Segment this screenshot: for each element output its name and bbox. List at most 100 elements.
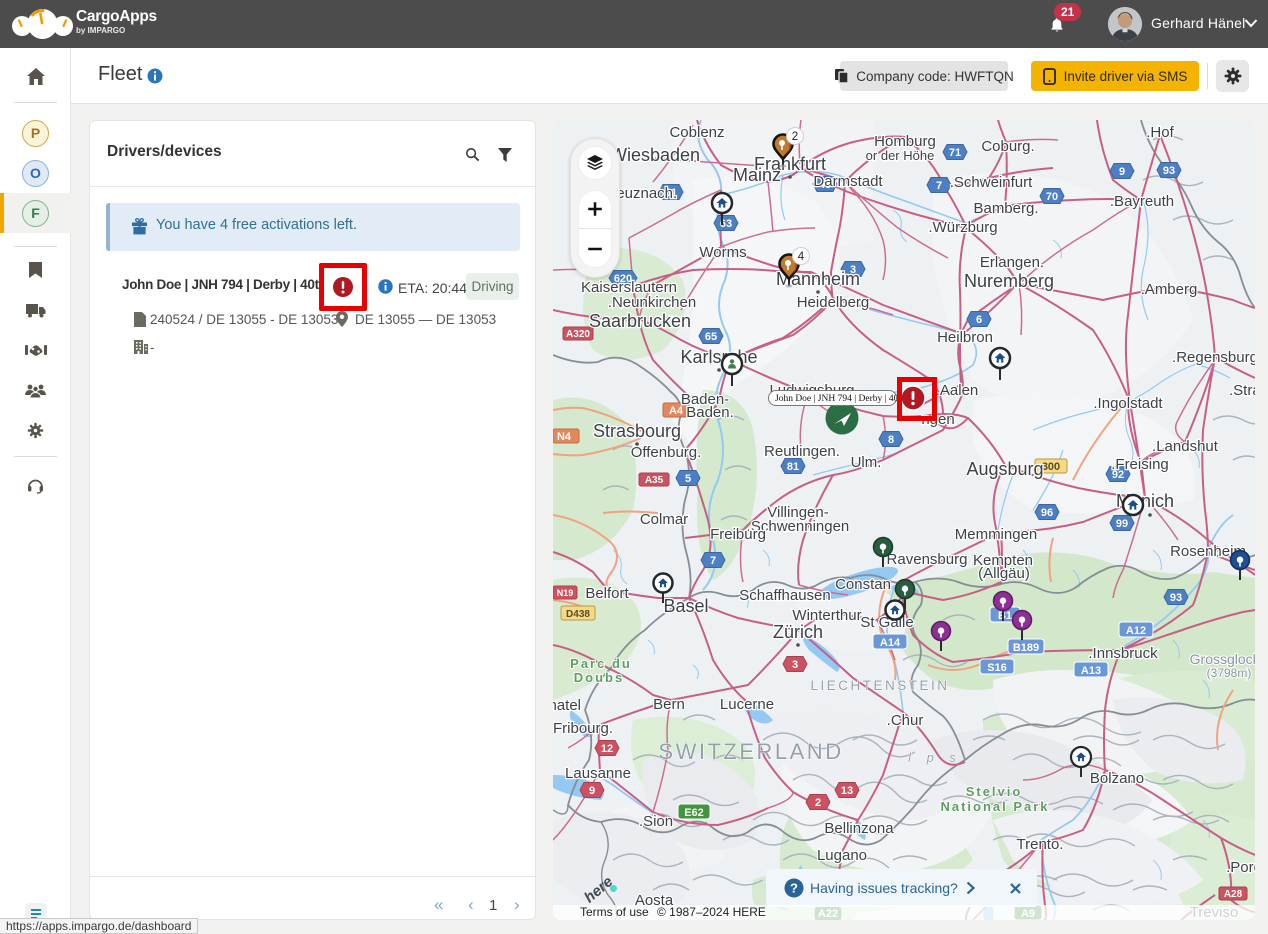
svg-text:Belfort: Belfort [585,585,629,602]
svg-text:Baden.: Baden. [686,404,734,421]
svg-text:.Bayreuth: .Bayreuth [1110,193,1174,210]
svg-text:3: 3 [792,659,798,671]
svg-text:2: 2 [815,797,821,809]
svg-text:8: 8 [888,434,894,446]
svg-text:99: 99 [1116,518,1128,530]
svg-text:Offenburg.: Offenburg. [631,444,702,461]
svg-text:A13: A13 [1081,665,1101,677]
svg-text:.Strau: .Strau [1229,382,1255,399]
svg-text:.Hof: .Hof [1146,124,1174,141]
svg-text:7: 7 [710,555,716,567]
svg-text:Memmingen: Memmingen [955,526,1038,543]
svg-text:Karlsruhe: Karlsruhe [680,347,757,367]
svg-text:Coblenz: Coblenz [669,124,724,141]
svg-text:D438: D438 [566,609,590,620]
svg-text:A35: A35 [645,475,664,486]
svg-text:Lugano: Lugano [817,847,867,864]
svg-text:.Schweinfurt: .Schweinfurt [950,174,1033,191]
svg-text:.Würzburg: .Würzburg [928,219,997,236]
svg-text:Mainz: Mainz [733,165,781,185]
svg-text:.Neunkirchen: .Neunkirchen [608,294,696,311]
svg-text:Fribourg.: Fribourg. [553,720,613,737]
svg-text:A320: A320 [566,329,590,340]
svg-text:.Innsbruck: .Innsbruck [1088,645,1158,662]
svg-text:Schaffhausen: Schaffhausen [739,587,830,604]
svg-text:300: 300 [1042,461,1060,473]
svg-text:65: 65 [705,331,717,343]
svg-text:.Landshut: .Landshut [1152,438,1219,455]
svg-text:81: 81 [787,461,799,473]
svg-text:Trento.: Trento. [1017,836,1064,853]
svg-text:Winterthur: Winterthur [792,607,861,624]
svg-text:Zürich: Zürich [773,622,823,642]
svg-text:.Ingolstadt: .Ingolstadt [1093,395,1163,412]
svg-text:Bern: Bern [653,696,685,713]
svg-text:A14: A14 [880,637,901,649]
svg-text:9: 9 [1119,166,1125,178]
svg-text:Erlangen.: Erlangen. [980,254,1044,271]
svg-text:96: 96 [1041,507,1053,519]
svg-text:N19: N19 [557,588,574,598]
svg-text:B1: B1 [998,610,1012,622]
svg-text:E62: E62 [684,807,704,819]
svg-text:Lucerne: Lucerne [720,696,774,713]
svg-text:Bolzano: Bolzano [1090,770,1144,787]
svg-text:Strasbourg: Strasbourg [593,421,681,441]
svg-text:70: 70 [1046,191,1058,203]
svg-text:A28: A28 [1224,889,1243,900]
svg-text:SWITZERLAND: SWITZERLAND [658,739,843,764]
svg-text:2: 2 [792,131,798,143]
svg-text:Ulm.: Ulm. [851,454,882,471]
svg-text:Augsburg: Augsburg [966,459,1043,479]
svg-text:l p s: l p s [908,750,962,765]
svg-text:71: 71 [949,147,961,159]
svg-text:Darmstadt: Darmstadt [813,173,883,190]
svg-text:Reutlingen.: Reutlingen. [764,443,840,460]
svg-text:Parc du: Parc du [570,656,632,671]
svg-text:.Sion: .Sion [639,813,673,830]
svg-text:(Allgäu): (Allgäu) [978,565,1030,582]
svg-text:Freiburg: Freiburg [710,526,766,543]
svg-text:chatel: chatel [553,697,581,714]
svg-text:Basel: Basel [663,596,708,616]
svg-text:Worms: Worms [699,244,746,261]
svg-text:Doubs: Doubs [574,670,624,685]
svg-text:Constan: Constan [835,576,891,593]
svg-text:Grossglockr: Grossglockr [1190,651,1255,667]
svg-text:S16: S16 [987,662,1007,674]
svg-text:LIECHTENSTEIN: LIECHTENSTEIN [810,678,949,693]
svg-text:.Aalen: .Aalen [936,382,979,399]
svg-text:Lausanne: Lausanne [565,765,631,782]
svg-text:Nuremberg: Nuremberg [964,271,1054,291]
svg-text:National Park: National Park [940,799,1049,814]
svg-text:.Regensburg: .Regensburg [1172,349,1255,366]
svg-text:.Chur: .Chur [887,712,924,729]
svg-text:9: 9 [589,785,595,797]
svg-text:?: ? [790,881,798,896]
svg-text:.Freising: .Freising [1111,456,1169,473]
svg-text:Ravensburg: Ravensburg [887,551,968,568]
svg-text:Bamberg.: Bamberg. [973,200,1038,217]
svg-text:Saarbrucken: Saarbrucken [589,311,691,331]
svg-text:Coburg.: Coburg. [981,138,1034,155]
svg-text:7: 7 [936,180,942,192]
svg-text:93: 93 [1170,592,1182,604]
svg-text:13: 13 [841,785,853,797]
svg-text:Heidelberg: Heidelberg [797,294,870,311]
svg-text:.Amberg: .Amberg [1141,281,1198,298]
svg-text:Colmar: Colmar [640,511,688,528]
svg-text:93: 93 [1163,165,1175,177]
svg-text:Stelvio: Stelvio [966,784,1023,799]
svg-text:or der Höhe: or der Höhe [866,148,935,163]
svg-text:Wiesbaden: Wiesbaden [610,145,700,165]
svg-text:N4: N4 [557,431,572,443]
svg-text:.Pord: .Pord [1226,859,1255,876]
svg-text:A12: A12 [1126,625,1146,637]
svg-text:12: 12 [601,743,613,755]
svg-text:4: 4 [798,251,805,263]
svg-text:Heilbron: Heilbron [937,329,993,346]
svg-text:Bellinzona: Bellinzona [824,820,894,837]
svg-text:B189: B189 [1013,642,1039,654]
svg-text:5: 5 [685,473,691,485]
svg-text:6: 6 [976,314,982,326]
